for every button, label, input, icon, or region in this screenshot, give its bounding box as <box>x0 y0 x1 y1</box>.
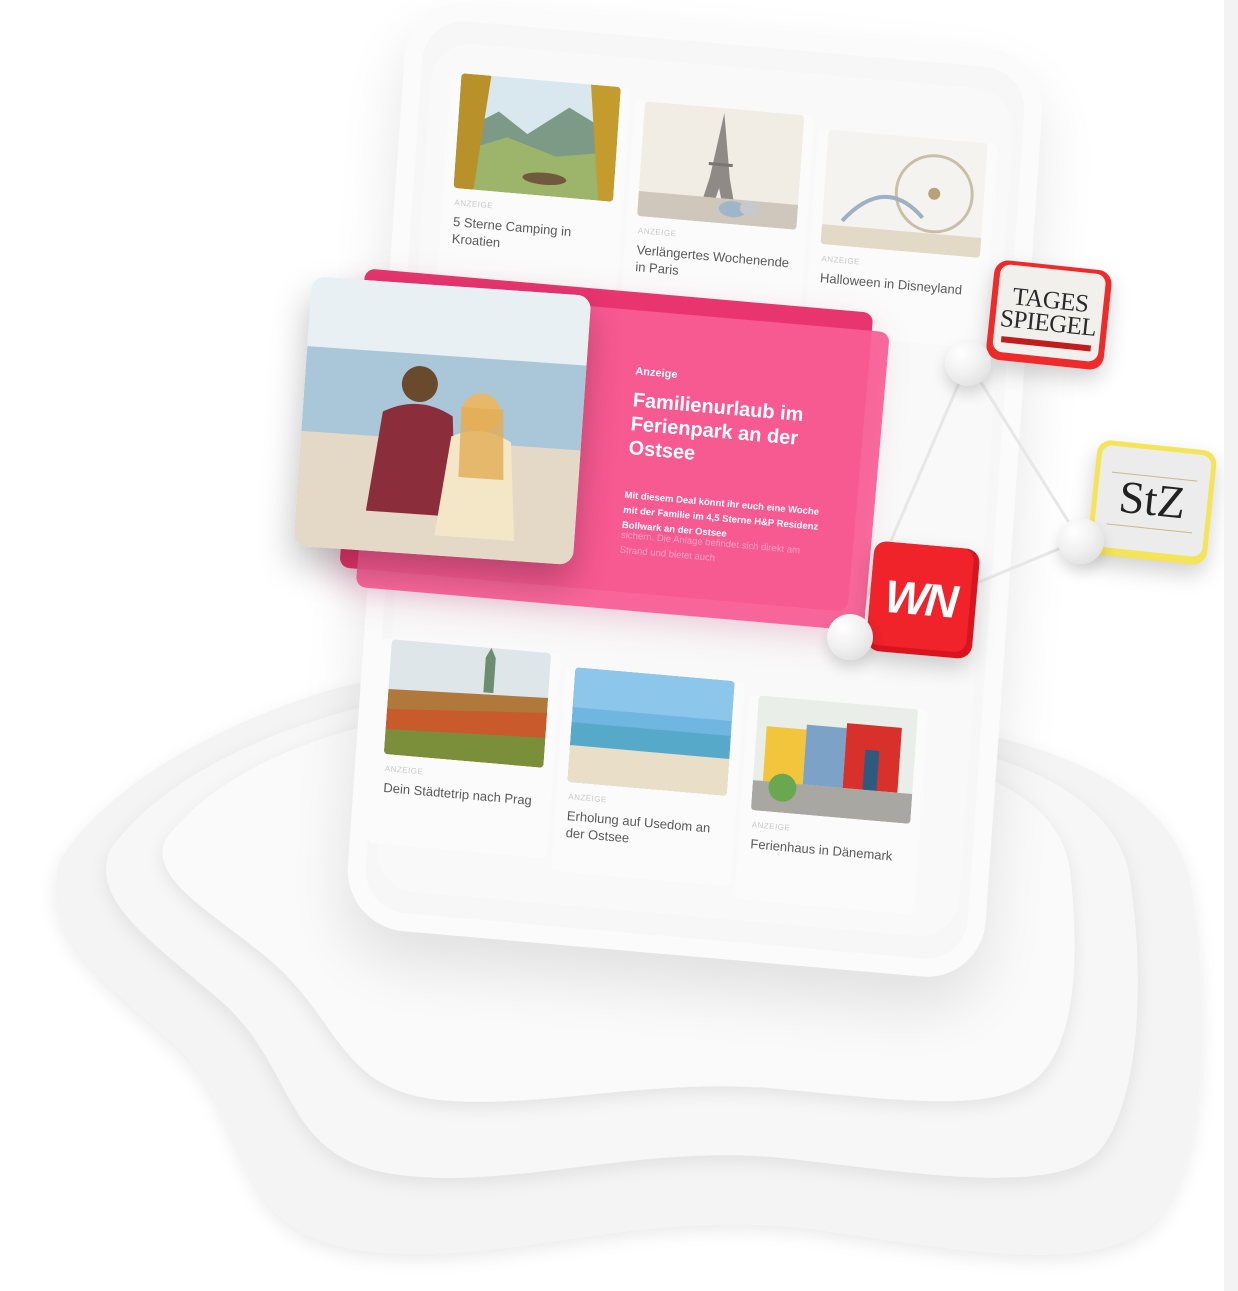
card-title: Verlängertes Wochenende in Paris <box>634 242 790 278</box>
card-title: Dein Städtetrip nach Prag <box>382 779 533 808</box>
featured-ad[interactable]: Anzeige Familienurlaub im Ferienpark an … <box>293 268 890 641</box>
denmark-photo <box>750 695 919 824</box>
article-card[interactable]: ANZEIGE Dein Städtetrip nach Prag <box>367 638 562 859</box>
article-card[interactable]: ANZEIGE Ferienhaus in Dänemark <box>734 694 929 915</box>
card-title: 5 Sterne Camping in Kroatien <box>451 213 572 251</box>
card-title: Ferienhaus in Dänemark <box>749 836 893 864</box>
prague-photo <box>383 639 552 768</box>
card-meta: ANZEIGE <box>384 763 424 777</box>
page-edge <box>1224 0 1238 1291</box>
card-meta: ANZEIGE <box>454 197 494 211</box>
tagesspiegel-logo[interactable]: TAGES SPIEGEL <box>985 259 1113 371</box>
card-meta: ANZEIGE <box>637 226 677 239</box>
ad-title: Familienurlaub im Ferienpark an der Osts… <box>627 389 805 465</box>
usedom-photo <box>567 667 735 796</box>
beach-family-photo <box>293 276 592 566</box>
card-title: Erholung auf Usedom an der Ostsee <box>565 808 711 846</box>
card-meta: ANZEIGE <box>821 254 861 267</box>
card-meta: ANZEIGE <box>567 792 608 805</box>
stz-logo-face: StZ <box>1092 444 1213 558</box>
article-card[interactable]: ANZEIGE Erholung auf Usedom an der Ostse… <box>551 666 745 887</box>
camping-photo <box>453 73 621 202</box>
hero-illustration: ANZEIGE 5 Sterne Camping in Kroatien ANZ… <box>0 0 1238 1291</box>
card-title: Halloween in Disneyland <box>819 270 963 298</box>
card-meta: ANZEIGE <box>751 820 791 833</box>
stz-text: StZ <box>1116 470 1189 529</box>
connector-node <box>827 614 873 660</box>
connector-node <box>1058 518 1104 564</box>
article-card[interactable]: ANZEIGE 5 Sterne Camping in Kroatien <box>437 72 631 293</box>
wn-text: WN <box>882 569 958 628</box>
stz-logo[interactable]: StZ <box>1086 439 1218 566</box>
wn-logo-face: WN <box>865 540 975 653</box>
tagesspiegel-logo-face: TAGES SPIEGEL <box>991 263 1107 363</box>
article-card[interactable]: ANZEIGE Verlängertes Wochenende in Paris <box>620 100 815 321</box>
disneyland-photo <box>820 129 988 258</box>
connector-node <box>945 340 991 386</box>
ad-label: Anzeige <box>634 365 678 381</box>
paris-photo <box>636 101 805 230</box>
wn-logo[interactable]: WN <box>865 540 981 660</box>
